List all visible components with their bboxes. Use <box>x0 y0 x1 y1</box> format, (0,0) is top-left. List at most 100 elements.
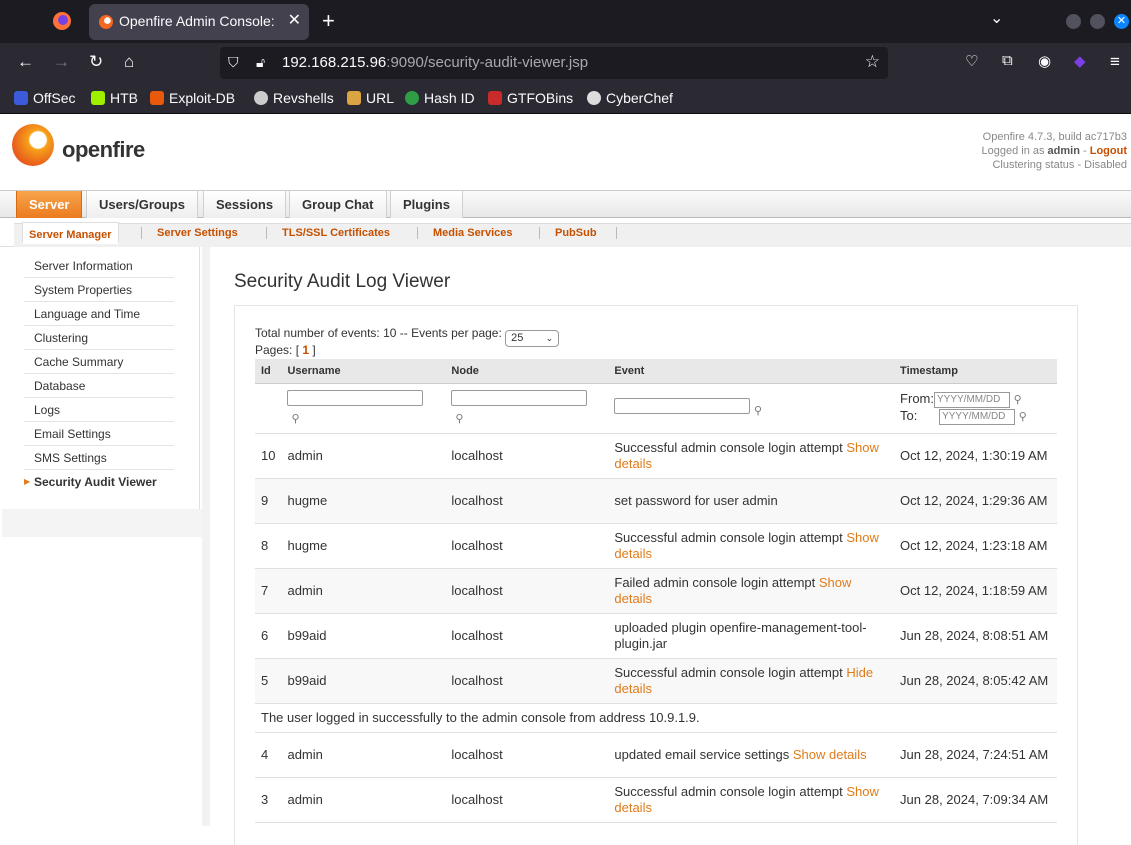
extension-wappalyzer-icon[interactable]: ◆ <box>1074 52 1086 70</box>
bookmark-revshells[interactable]: Revshells <box>254 90 334 106</box>
page-link-1[interactable]: 1 <box>302 343 309 357</box>
tab-plugins[interactable]: Plugins <box>390 191 463 218</box>
minimize-button[interactable] <box>1066 14 1081 29</box>
pocket-icon[interactable]: ♡ <box>965 52 978 70</box>
cell-event: Successful admin console login attempt S… <box>608 433 895 479</box>
cell-event: Failed admin console login attempt Show … <box>608 568 895 614</box>
cell-id: 8 <box>255 523 282 569</box>
cell-node: localhost <box>445 658 609 704</box>
tab-group-chat[interactable]: Group Chat <box>289 191 387 218</box>
chevron-down-icon: ⌄ <box>545 333 554 343</box>
show-details-link[interactable]: Show details <box>793 747 867 762</box>
filter-row: ⚲ ⚲ ⚲ From: YYYY/MM/DD ⚲ To: YYYY/MM/DD ⚲ <box>255 383 1057 434</box>
cell-username: b99aid <box>281 613 446 659</box>
reload-icon[interactable]: ↻ <box>89 52 103 72</box>
sidebar-item-logs[interactable]: Logs <box>24 398 174 422</box>
tab-server[interactable]: Server <box>16 191 83 218</box>
sidebar-item-clustering[interactable]: Clustering <box>24 326 174 350</box>
header-node: Node <box>445 359 609 384</box>
main-content: Security Audit Log Viewer Total number o… <box>202 247 1131 845</box>
cell-event: set password for user admin <box>608 478 895 524</box>
url-path: :9090/security-audit-viewer.jsp <box>386 54 589 71</box>
event-filter-input[interactable] <box>614 397 751 414</box>
cell-timestamp: Jun 28, 2024, 8:08:51 AM <box>894 613 1057 659</box>
bookmark-star-icon[interactable]: ☆ <box>865 52 880 72</box>
search-icon[interactable]: ⚲ <box>455 411 463 427</box>
search-icon[interactable]: ⚲ <box>291 411 299 427</box>
subtab-divider <box>616 227 617 239</box>
subtab-divider <box>539 227 540 239</box>
forward-icon[interactable]: → <box>53 52 70 72</box>
header-username: Username <box>281 359 446 384</box>
home-icon[interactable]: ⌂ <box>124 52 134 72</box>
browser-nav-bar: ← → ↻ ⌂ ⛉ 🔓︎ 192.168.215.96:9090/securit… <box>0 43 1131 83</box>
subtab-media-services[interactable]: Media Services <box>433 227 513 239</box>
current-user: admin <box>1047 145 1080 157</box>
cell-node: localhost <box>445 613 609 659</box>
extensions-icon[interactable]: ⧉ <box>1002 52 1013 69</box>
active-arrow-icon: ▶ <box>24 477 31 486</box>
bookmark-exploit-db[interactable]: Exploit-DB <box>150 90 235 106</box>
subtab-pubsub[interactable]: PubSub <box>555 227 597 239</box>
username-filter-input[interactable] <box>287 389 424 406</box>
bookmark-htb[interactable]: HTB <box>91 90 138 106</box>
maximize-button[interactable] <box>1090 14 1105 29</box>
search-icon[interactable]: ⚲ <box>754 403 762 419</box>
cell-timestamp: Jun 28, 2024, 7:09:34 AM <box>894 777 1057 823</box>
cell-event: Successful admin console login attempt H… <box>608 658 895 704</box>
sidebar-item-database[interactable]: Database <box>24 374 174 398</box>
bookmark-hash-id[interactable]: Hash ID <box>405 90 475 106</box>
menu-icon[interactable]: ≡ <box>1110 52 1120 72</box>
cell-timestamp: Oct 12, 2024, 1:18:59 AM <box>894 568 1057 614</box>
tab-title: Openfire Admin Console: Se <box>119 13 279 29</box>
tab-sessions[interactable]: Sessions <box>203 191 287 218</box>
sidebar-item-email-settings[interactable]: Email Settings <box>24 422 174 446</box>
node-filter-input[interactable] <box>451 389 588 406</box>
events-per-page-select[interactable]: 25 ⌄ <box>505 330 560 347</box>
cell-username: admin <box>281 777 446 823</box>
back-icon[interactable]: ← <box>17 52 34 72</box>
cell-timestamp: Jun 28, 2024, 7:24:51 AM <box>894 732 1057 778</box>
insecure-lock-icon[interactable]: 🔓︎ <box>256 54 265 71</box>
close-window-button[interactable]: ✕ <box>1114 14 1129 29</box>
bookmark-url[interactable]: URL <box>347 90 394 106</box>
cell-node: localhost <box>445 777 609 823</box>
sidebar-item-security-audit-viewer[interactable]: ▶ Security Audit Viewer <box>24 470 174 494</box>
sidebar-item-language-time[interactable]: Language and Time <box>24 302 174 326</box>
bookmark-cyberchef[interactable]: CyberChef <box>587 90 673 106</box>
to-date-input[interactable]: YYYY/MM/DD <box>939 408 1016 425</box>
browser-tab[interactable]: Openfire Admin Console: Se ✕ <box>89 4 309 40</box>
logout-link[interactable]: Logout <box>1090 145 1127 157</box>
from-date-input[interactable]: YYYY/MM/DD <box>934 391 1010 408</box>
hash-id-icon <box>405 91 419 105</box>
url-bar[interactable]: ⛉ 🔓︎ 192.168.215.96:9090/security-audit-… <box>220 47 888 79</box>
sidebar-item-sms-settings[interactable]: SMS Settings <box>24 446 174 470</box>
bookmarks-bar: OffSec HTB Exploit-DB Revshells URL Hash… <box>0 83 1131 114</box>
page-title: Security Audit Log Viewer <box>234 271 451 292</box>
sidebar-item-cache-summary[interactable]: Cache Summary <box>24 350 174 374</box>
shield-icon[interactable]: ⛉ <box>228 54 239 71</box>
search-icon[interactable]: ⚲ <box>1014 392 1022 408</box>
cell-event: uploaded plugin openfire-management-tool… <box>608 613 895 659</box>
bookmark-offsec[interactable]: OffSec <box>14 90 76 106</box>
search-icon[interactable]: ⚲ <box>1019 409 1027 425</box>
cell-timestamp: Oct 12, 2024, 1:29:36 AM <box>894 478 1057 524</box>
bookmark-gtfobins[interactable]: GTFOBins <box>488 90 573 106</box>
browser-tab-bar: Openfire Admin Console: Se ✕ + ⌄ ✕ <box>0 0 1131 43</box>
subtab-server-settings[interactable]: Server Settings <box>157 227 238 239</box>
extension-foxy-icon[interactable]: ◉ <box>1038 52 1051 70</box>
cell-timestamp: Jun 28, 2024, 8:05:42 AM <box>894 658 1057 704</box>
close-tab-icon[interactable]: ✕ <box>288 10 301 30</box>
tab-users-groups[interactable]: Users/Groups <box>86 191 198 218</box>
firefox-icon[interactable] <box>52 11 72 31</box>
detail-text: The user logged in successfully to the a… <box>255 703 1057 733</box>
sidebar-item-server-information[interactable]: Server Information <box>24 254 174 278</box>
new-tab-icon[interactable]: + <box>322 8 335 34</box>
subtab-tls-ssl[interactable]: TLS/SSL Certificates <box>282 227 390 239</box>
cell-id: 7 <box>255 568 282 614</box>
table-row: 10 admin localhost Successful admin cons… <box>255 433 1057 479</box>
subtab-server-manager[interactable]: Server Manager <box>22 222 119 244</box>
sidebar-item-system-properties[interactable]: System Properties <box>24 278 174 302</box>
tab-list-chevron-icon[interactable]: ⌄ <box>990 8 1003 28</box>
cell-username: hugme <box>281 478 446 524</box>
